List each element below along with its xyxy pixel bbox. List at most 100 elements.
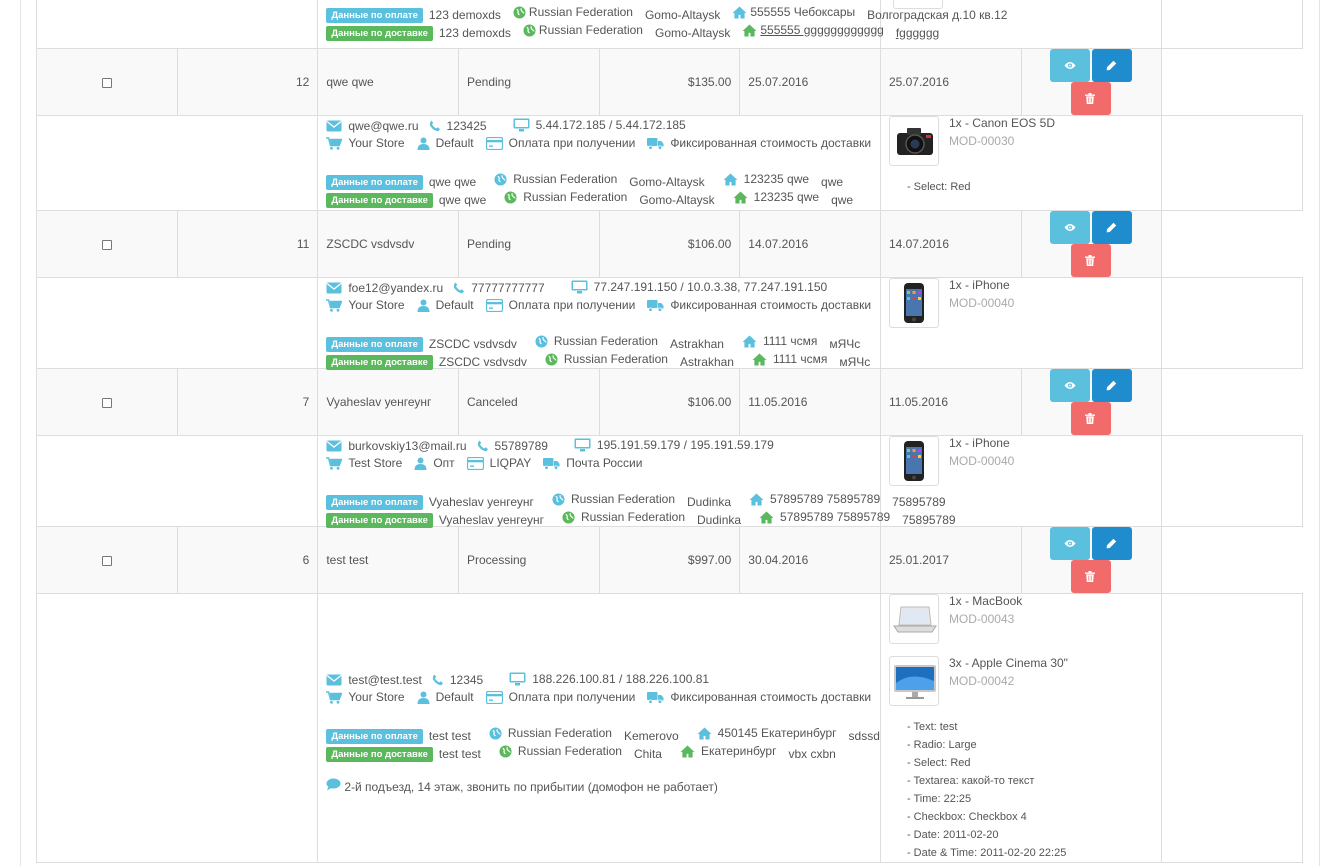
view-order-button[interactable] — [1050, 49, 1091, 82]
payment-address: 57895789 75895789 — [770, 492, 881, 506]
product-thumbnail — [892, 0, 943, 9]
product-model: MOD-00040 — [948, 454, 1015, 468]
shipping-address: 555555 gggggggggggg — [760, 23, 884, 37]
order-customer: Vyaheslav уенгеунг — [317, 368, 459, 436]
order-status: Canceled — [457, 368, 600, 436]
shipping-country: Russian Federation — [563, 352, 668, 366]
product-model: MOD-00040 — [948, 296, 1015, 310]
payment-name: test test — [428, 728, 471, 743]
user-icon — [414, 457, 430, 470]
order-products: 1x - iPhone MOD-00040 — [879, 277, 1163, 369]
order-select-checkbox[interactable] — [101, 555, 112, 566]
product-name: 1x - iPhone — [948, 436, 1010, 450]
payment-method: Оплата при получении — [508, 136, 636, 150]
phone-icon — [477, 440, 492, 452]
payment-extra: sdssd — [848, 728, 880, 743]
customer-phone: 12345 — [449, 673, 484, 687]
edit-order-button[interactable] — [1092, 211, 1133, 244]
order-id: 6 — [176, 526, 319, 594]
monitor-icon — [509, 672, 529, 686]
view-order-button[interactable] — [1050, 211, 1091, 244]
view-order-button[interactable] — [1050, 369, 1091, 402]
order-customer: test test — [317, 526, 459, 594]
product-thumbnail — [888, 116, 939, 166]
delete-order-button[interactable] — [1071, 402, 1112, 435]
globe-icon — [535, 334, 551, 348]
shipping-line: Данные по доставке qwe qwe Russian Federat… — [326, 188, 872, 208]
product-option: - Textarea: какой-то текст — [906, 775, 1035, 787]
customer-email: qwe@qwe.ru — [348, 119, 419, 133]
delete-order-button[interactable] — [1071, 560, 1112, 593]
payment-method: Оплата при получении — [508, 690, 636, 704]
shipping-country: Russian Federation — [538, 23, 643, 37]
globe-icon — [494, 172, 510, 186]
product-model: MOD-00042 — [948, 674, 1015, 688]
payment-line: Данные по оплате ZSCDC vsdvsdv Russian Fed… — [326, 332, 872, 352]
truck-icon — [543, 457, 563, 470]
order-date-added: 25.07.2016 — [739, 48, 881, 116]
user-icon — [417, 691, 433, 704]
home-icon — [697, 726, 715, 740]
globe-icon — [499, 744, 515, 758]
product-model: MOD-00043 — [948, 612, 1015, 626]
order-select-checkbox[interactable] — [101, 77, 112, 88]
order-select-checkbox[interactable] — [101, 239, 112, 250]
home-icon — [723, 172, 741, 186]
delete-order-button[interactable] — [1071, 82, 1112, 115]
payment-method: Оплата при получении — [508, 298, 636, 312]
shipping-city: Dudinka — [697, 512, 742, 527]
monitor-icon — [571, 280, 591, 294]
edit-order-button[interactable] — [1092, 49, 1133, 82]
email-icon — [326, 440, 345, 452]
shipping-address: 123235 qwe — [753, 190, 820, 204]
customer-email: foe12@yandex.ru — [348, 281, 444, 295]
customer-group: Default — [435, 136, 474, 150]
payment-address: 555555 Чебоксары — [750, 5, 856, 19]
product-item: 1x - iPhone MOD-00040 — [888, 436, 1153, 486]
phone-icon — [429, 120, 444, 132]
product-option: - Select: Red — [906, 757, 971, 769]
order-detail-row: burkovskiy13@mail.ru 55789789 195.191.59.1… — [35, 435, 1303, 528]
order-select-checkbox[interactable] — [101, 397, 112, 408]
globe-icon — [489, 726, 505, 740]
payment-city: Gomo-Altaysk — [629, 174, 705, 189]
order-detail-row: Данные по оплате 123 demoxds Russian Feder… — [35, 0, 1303, 49]
payment-address: 123235 qwe — [743, 172, 810, 186]
order-detail-row: qwe@qwe.ru 123425 5.44.172.185 / 5.44.172.… — [35, 115, 1303, 211]
payment-line: Данные по оплате qwe qwe Russian Federatio… — [326, 170, 872, 190]
view-order-button[interactable] — [1050, 527, 1091, 560]
order-date-modified: 25.07.2016 — [879, 48, 1022, 116]
shipping-city: Gomo-Altaysk — [654, 25, 731, 40]
shipping-method: Фиксированная стоимость доставки — [670, 690, 872, 704]
payment-extra: 75895789 — [892, 494, 946, 509]
cart-icon — [326, 136, 345, 150]
shipping-badge: Данные по доставке — [326, 192, 433, 208]
order-detail-row: test@test.test 12345 188.226.100.81 / 188.… — [35, 593, 1303, 863]
home-icon — [680, 744, 698, 758]
product-option: - Date: 2011-02-20 — [906, 829, 999, 841]
payment-country: Russian Federation — [528, 5, 633, 19]
order-status: Pending — [457, 210, 600, 278]
shipping-name: 123 demoxds — [438, 25, 511, 40]
edit-order-button[interactable] — [1092, 369, 1133, 402]
product-thumbnail — [888, 594, 939, 644]
store-name: Test Store — [348, 456, 403, 470]
product-option: - Time: 22:25 — [906, 793, 972, 805]
order-comment: 2-й подъезд, 14 этаж, звонить по прибыти… — [326, 778, 872, 796]
product-thumbnail — [888, 278, 939, 328]
product-option: - Radio: Large — [906, 739, 977, 751]
shipping-name: ZSCDC vsdvsdv — [438, 354, 527, 369]
payment-city: Kemerovo — [623, 728, 679, 743]
edit-order-button[interactable] — [1092, 527, 1133, 560]
order-date-added: 11.05.2016 — [739, 368, 881, 436]
order-row: 12 qwe qwe Pending $135.00 25.07.2016 25.07.2… — [36, 48, 1303, 116]
cart-icon — [326, 456, 345, 470]
shipping-badge: Данные по доставке — [326, 25, 433, 41]
phone-icon — [432, 674, 447, 686]
monitor-icon — [513, 118, 533, 132]
customer-group: Опт — [433, 456, 455, 470]
shipping-name: qwe qwe — [438, 192, 487, 207]
delete-order-button[interactable] — [1071, 244, 1112, 277]
order-customer: qwe qwe — [317, 48, 459, 116]
home-icon — [732, 5, 747, 19]
